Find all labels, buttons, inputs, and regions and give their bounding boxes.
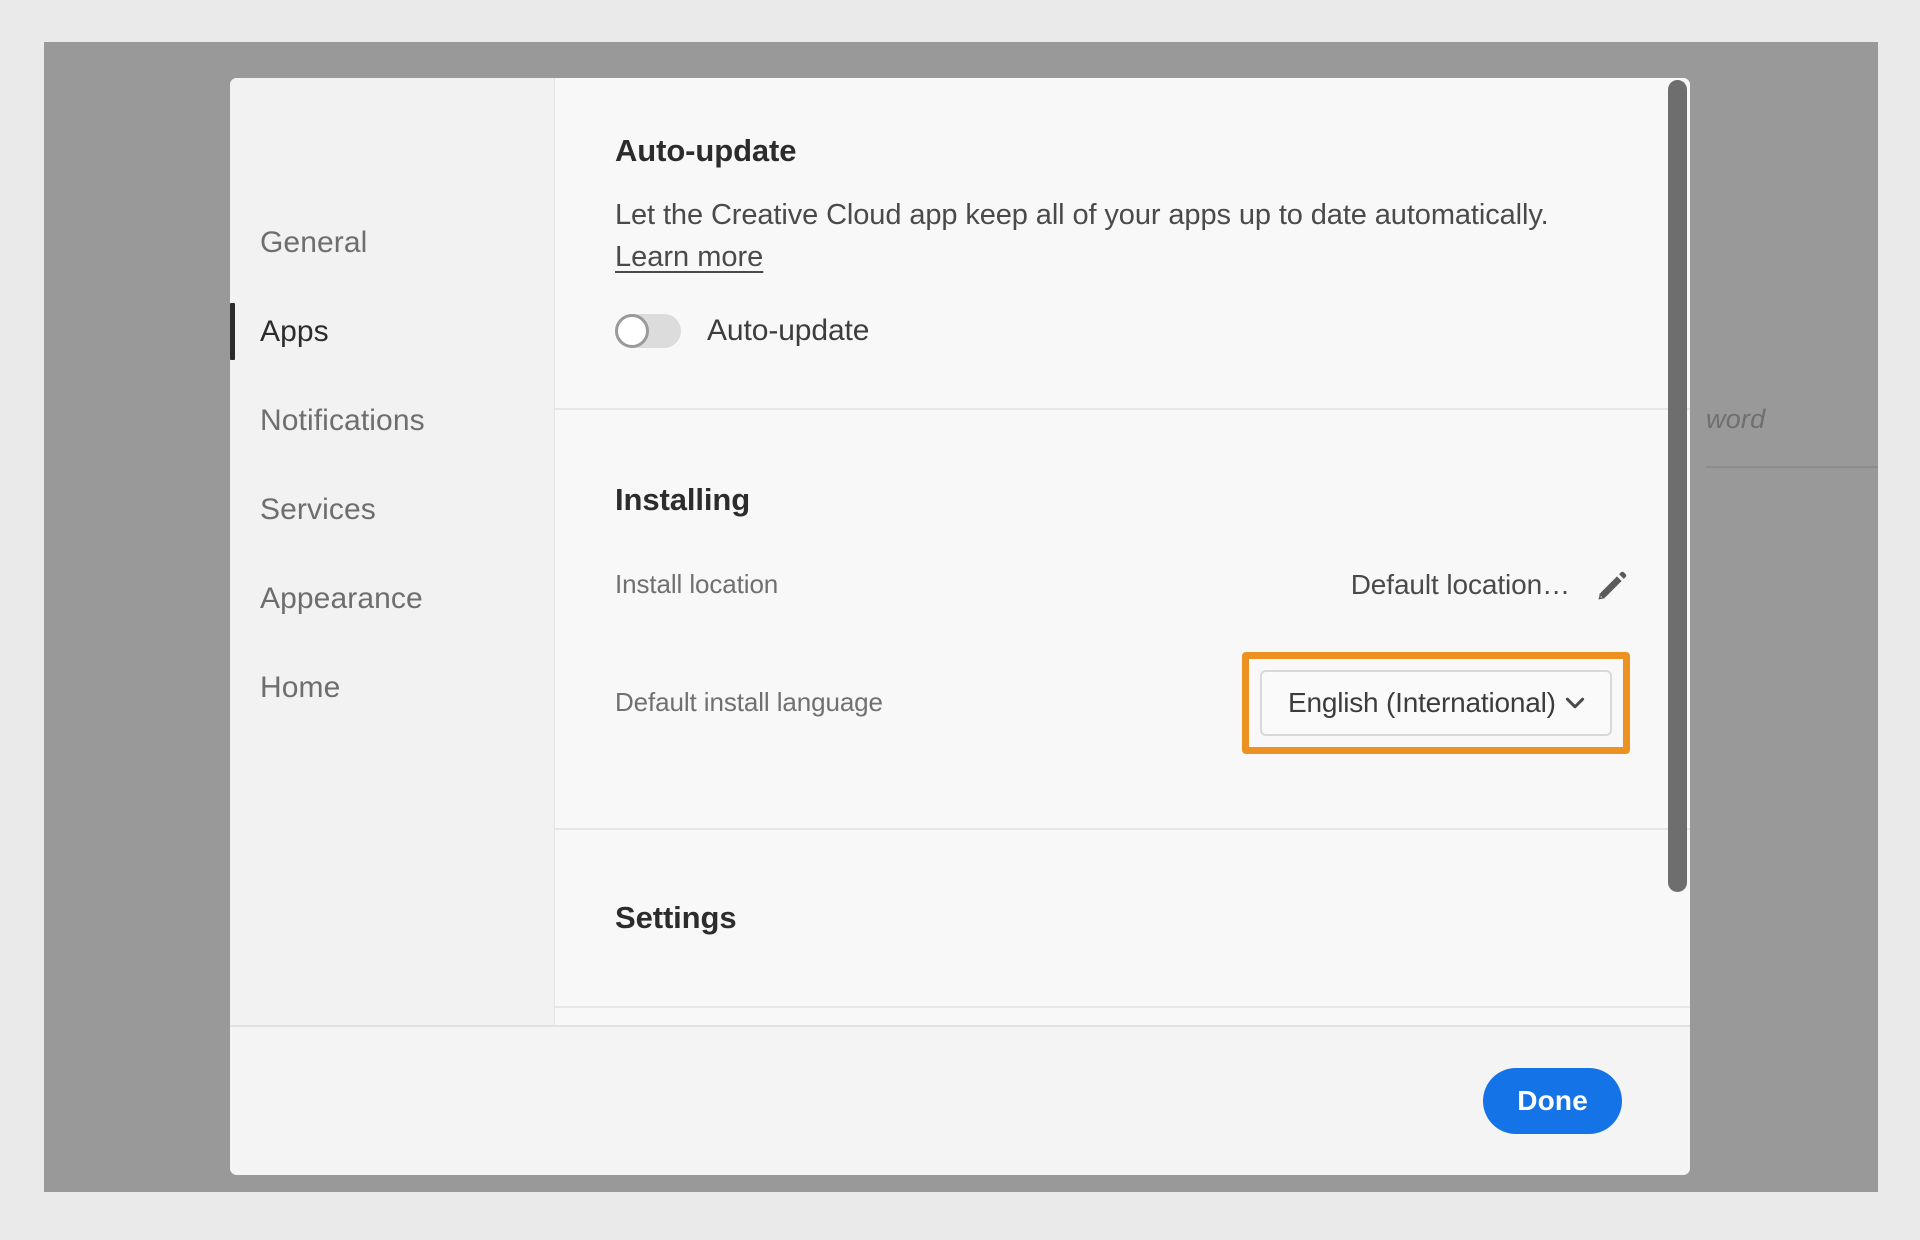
installing-heading: Installing [615,481,751,517]
section-installing: Installing Install location Default loca… [555,410,1690,830]
dialog-footer: Done [230,1025,1690,1175]
pencil-icon[interactable] [1596,568,1630,602]
sidebar-item-apps[interactable]: Apps [230,287,554,376]
sidebar-item-services[interactable]: Services [230,465,554,554]
sidebar-item-label: Appearance [260,581,423,615]
backdrop-field-row: word [1706,384,1878,468]
default-install-language-label: Default install language [615,687,883,718]
sidebar-item-label: Apps [260,314,329,348]
auto-update-toggle-label: Auto-update [707,313,870,347]
sidebar-item-label: Notifications [260,403,425,437]
install-location-label: Install location [615,569,779,600]
backdrop-partial-text: word [1706,404,1766,434]
chevron-down-icon [1565,697,1585,709]
install-location-value: Default location… [1350,568,1570,600]
preferences-content: Auto-update Let the Creative Cloud app k… [555,78,1690,1025]
settings-heading: Settings [615,899,737,935]
done-button[interactable]: Done [1483,1068,1622,1134]
scrollbar-thumb[interactable] [1668,80,1687,892]
auto-update-heading: Auto-update [615,133,797,168]
section-auto-update: Auto-update Let the Creative Cloud app k… [555,78,1690,410]
default-install-language-row: Default install language English (Intern… [615,651,1630,754]
auto-update-toggle[interactable] [615,313,681,348]
install-location-value-group: Default location… [1351,568,1630,602]
sidebar-item-home[interactable]: Home [230,643,554,732]
auto-update-toggle-row: Auto-update [615,313,1630,348]
learn-more-link[interactable]: Learn more [615,241,763,274]
sidebar-item-label: Home [260,670,341,704]
sidebar-item-label: Services [260,492,376,526]
section-settings: Settings [555,830,1690,1008]
sidebar-item-general[interactable]: General [230,198,554,287]
preferences-dialog: General Apps Notifications Services Appe… [230,78,1690,1175]
sidebar-item-notifications[interactable]: Notifications [230,376,554,465]
toggle-knob [615,313,649,348]
dialog-body: General Apps Notifications Services Appe… [230,78,1690,1025]
annotation-highlight-box: English (International) [1242,651,1630,754]
install-location-row: Install location Default location… [615,568,1630,602]
content-scrollbar[interactable] [1668,78,1690,1025]
screen: word General Apps Notifications Services [0,0,1920,1240]
backdrop-field-row-secondary [1706,470,1878,530]
default-install-language-value: English (International) [1288,686,1556,718]
default-install-language-dropdown[interactable]: English (International) [1260,669,1612,736]
sidebar-item-label: General [260,225,368,259]
auto-update-description: Let the Creative Cloud app keep all of y… [615,199,1549,231]
preferences-sidebar: General Apps Notifications Services Appe… [230,78,555,1025]
sidebar-item-appearance[interactable]: Appearance [230,554,554,643]
